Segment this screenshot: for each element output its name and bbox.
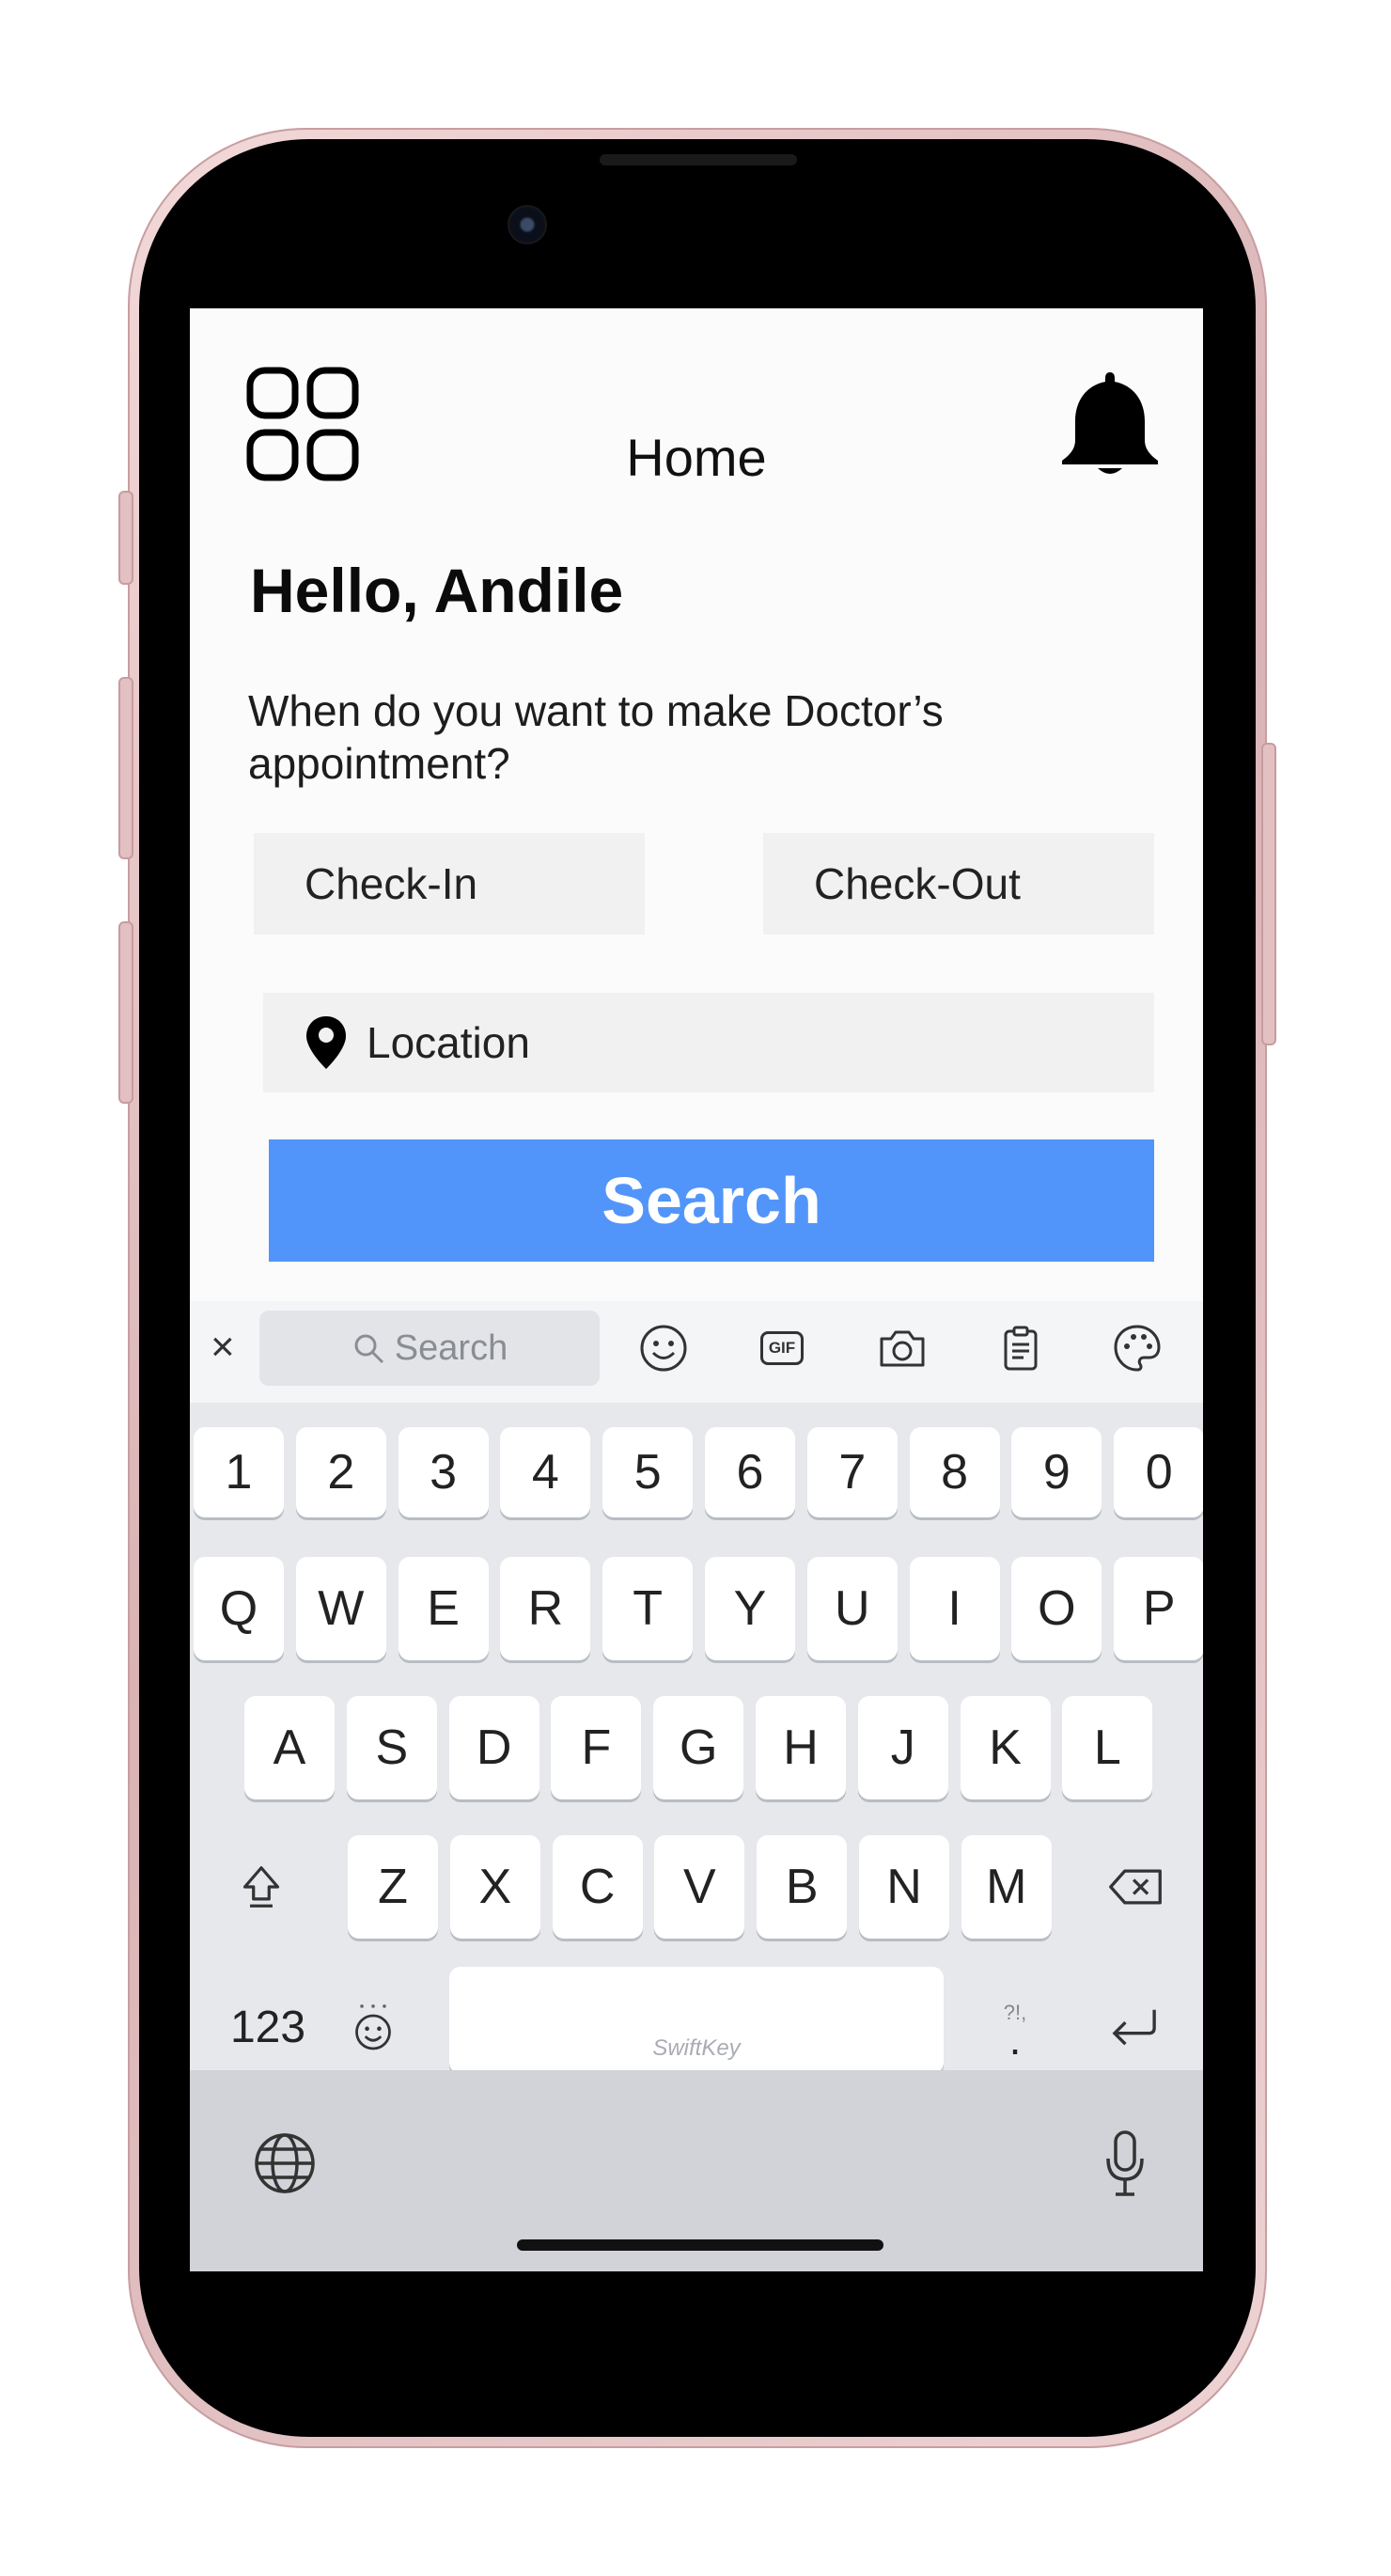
onscreen-keyboard: × Search GIF 1 2 3 4 5 6 7 8 9 0 Q W E R…: [190, 1301, 1203, 2271]
key-4[interactable]: 4: [500, 1427, 591, 1517]
bell-icon[interactable]: [1055, 369, 1165, 479]
punctuation-main-label: .: [1008, 2015, 1022, 2064]
shift-icon: [242, 1866, 280, 1908]
search-icon: [354, 1334, 383, 1364]
key-z[interactable]: Z: [348, 1835, 438, 1939]
appointment-prompt: When do you want to make Doctor’s appoin…: [248, 686, 944, 788]
camera-icon[interactable]: [876, 1322, 929, 1374]
earpiece-speaker: [600, 154, 797, 165]
emoji-key-icon: [355, 2004, 391, 2050]
key-9[interactable]: 9: [1011, 1427, 1102, 1517]
backspace-icon: [1109, 1869, 1162, 1905]
key-u[interactable]: U: [806, 1557, 898, 1660]
backspace-key[interactable]: [1090, 1835, 1180, 1939]
key-7[interactable]: 7: [806, 1427, 898, 1517]
key-l[interactable]: L: [1062, 1696, 1153, 1799]
keyboard-toolbar: × Search GIF: [190, 1301, 1203, 1403]
key-0[interactable]: 0: [1114, 1427, 1203, 1517]
key-p[interactable]: P: [1114, 1557, 1203, 1660]
key-6[interactable]: 6: [705, 1427, 795, 1517]
emoji-key[interactable]: [340, 1980, 406, 2074]
check-in-field[interactable]: Check-In: [254, 833, 645, 935]
key-f[interactable]: F: [551, 1696, 642, 1799]
check-out-field[interactable]: Check-Out: [763, 833, 1154, 935]
keyboard-close-button[interactable]: ×: [211, 1324, 235, 1371]
return-icon: [1112, 2009, 1156, 2046]
shift-key[interactable]: [216, 1835, 306, 1939]
keyboard-search-input[interactable]: Search: [259, 1311, 600, 1386]
search-button[interactable]: Search: [269, 1139, 1154, 1262]
key-8[interactable]: 8: [909, 1427, 1000, 1517]
key-v[interactable]: V: [654, 1835, 745, 1939]
app-screen: Home Hello, Andile When do you want to m…: [190, 308, 1203, 2271]
home-indicator: [517, 2239, 883, 2251]
key-h[interactable]: H: [756, 1696, 846, 1799]
volume-up-button: [118, 677, 133, 859]
power-button: [1261, 743, 1276, 1045]
location-pin-icon: [306, 1016, 346, 1069]
key-2[interactable]: 2: [295, 1427, 386, 1517]
key-n[interactable]: N: [859, 1835, 949, 1939]
key-w[interactable]: W: [295, 1557, 386, 1660]
key-y[interactable]: Y: [705, 1557, 795, 1660]
location-label: Location: [367, 1018, 530, 1067]
key-b[interactable]: B: [757, 1835, 848, 1939]
gif-icon[interactable]: GIF: [756, 1322, 808, 1374]
key-r[interactable]: R: [500, 1557, 591, 1660]
key-1[interactable]: 1: [194, 1427, 284, 1517]
key-x[interactable]: X: [449, 1835, 540, 1939]
key-e[interactable]: E: [398, 1557, 489, 1660]
check-out-label: Check-Out: [814, 859, 1021, 908]
clipboard-icon[interactable]: [994, 1322, 1047, 1374]
volume-down-button: [118, 921, 133, 1104]
key-j[interactable]: J: [857, 1696, 948, 1799]
numbers-key[interactable]: 123: [216, 1980, 320, 2074]
key-m[interactable]: M: [961, 1835, 1052, 1939]
key-3[interactable]: 3: [398, 1427, 489, 1517]
key-t[interactable]: T: [602, 1557, 694, 1660]
space-bar[interactable]: SwiftKey: [449, 1967, 944, 2074]
punctuation-key[interactable]: ?!, .: [977, 1980, 1053, 2074]
key-a[interactable]: A: [244, 1696, 335, 1799]
key-i[interactable]: I: [909, 1557, 1000, 1660]
greeting-heading: Hello, Andile: [250, 556, 624, 625]
swiftkey-brand: SwiftKey: [652, 2035, 741, 2061]
microphone-icon[interactable]: [1102, 2128, 1149, 2200]
key-c[interactable]: C: [552, 1835, 643, 1939]
key-s[interactable]: S: [346, 1696, 437, 1799]
front-camera: [508, 205, 547, 244]
gif-label: GIF: [759, 1331, 805, 1365]
action-button: [118, 491, 133, 585]
location-field[interactable]: Location: [263, 993, 1154, 1092]
globe-icon[interactable]: [252, 2130, 318, 2196]
page-title: Home: [626, 428, 767, 487]
key-g[interactable]: G: [653, 1696, 744, 1799]
return-key[interactable]: [1092, 1980, 1177, 2074]
key-o[interactable]: O: [1011, 1557, 1102, 1660]
key-5[interactable]: 5: [602, 1427, 694, 1517]
key-q[interactable]: Q: [194, 1557, 284, 1660]
palette-icon[interactable]: [1111, 1322, 1164, 1374]
key-k[interactable]: K: [960, 1696, 1051, 1799]
keyboard-search-placeholder: Search: [394, 1327, 508, 1368]
check-in-label: Check-In: [305, 859, 478, 908]
key-d[interactable]: D: [448, 1696, 539, 1799]
emoji-icon[interactable]: [637, 1322, 690, 1374]
